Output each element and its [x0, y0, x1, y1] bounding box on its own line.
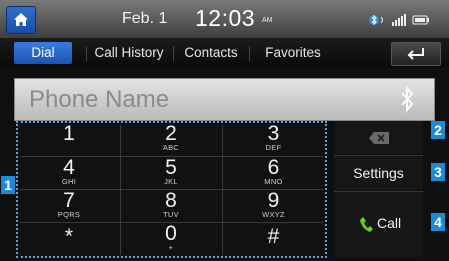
- call-button[interactable]: Call: [334, 192, 423, 257]
- home-button[interactable]: [6, 6, 36, 34]
- key-letters: TUV: [163, 210, 179, 219]
- callout-1: 1: [1, 176, 15, 194]
- back-arrow-icon: [407, 48, 424, 60]
- key-digit: 8: [165, 189, 177, 212]
- tab-divider: [249, 46, 250, 61]
- settings-button[interactable]: Settings: [334, 156, 423, 190]
- tab-bar: Dial Call History Contacts Favorites: [0, 38, 449, 67]
- key-star[interactable]: *: [18, 225, 120, 255]
- key-digit: 5: [165, 156, 177, 179]
- settings-label: Settings: [353, 165, 404, 181]
- bluetooth-phone-icon: [369, 14, 384, 26]
- key-8[interactable]: 8 TUV: [120, 189, 222, 223]
- bluetooth-icon: [401, 85, 414, 113]
- key-letters: DEF: [265, 143, 282, 152]
- status-bar: Feb. 1 12:03 AM: [0, 0, 449, 39]
- call-label: Call: [377, 215, 402, 231]
- delete-button[interactable]: [334, 121, 423, 154]
- key-letters: +: [168, 243, 174, 252]
- tab-call-history[interactable]: Call History: [88, 42, 170, 64]
- key-0[interactable]: 0 +: [120, 222, 222, 256]
- callout-3: 3: [431, 163, 445, 181]
- key-digit: 7: [63, 189, 75, 212]
- key-digit: *: [64, 225, 74, 248]
- key-9[interactable]: 9 WXYZ: [222, 189, 325, 223]
- key-2[interactable]: 2 ABC: [120, 122, 222, 156]
- tab-favorites[interactable]: Favorites: [254, 42, 332, 64]
- key-letters: WXYZ: [262, 210, 285, 219]
- key-digit: 6: [267, 156, 280, 179]
- key-6[interactable]: 6 MNO: [222, 156, 325, 190]
- key-7[interactable]: 7 PQRS: [18, 189, 120, 223]
- key-letters: GHI: [61, 177, 77, 186]
- home-icon: [14, 13, 28, 26]
- callout-4: 4: [431, 213, 445, 231]
- key-4[interactable]: 4 GHI: [18, 156, 120, 190]
- phone-handset-icon: [360, 217, 373, 232]
- tab-contacts[interactable]: Contacts: [176, 42, 246, 64]
- key-letters: JKL: [164, 177, 178, 186]
- key-letters: MNO: [264, 177, 283, 186]
- key-hash[interactable]: #: [222, 225, 325, 255]
- date-text: Feb. 1: [122, 10, 168, 27]
- key-digit: #: [267, 225, 280, 248]
- phone-name-bar: Phone Name: [14, 78, 435, 121]
- signal-icon: [392, 14, 406, 26]
- backspace-icon: [369, 132, 389, 144]
- key-digit: 4: [63, 156, 75, 179]
- tab-divider: [173, 46, 174, 61]
- status-icons: [369, 14, 429, 26]
- tab-divider: [86, 46, 87, 61]
- key-letters: PQRS: [57, 210, 81, 219]
- phone-name-text: Phone Name: [29, 86, 170, 113]
- key-1[interactable]: 1: [18, 122, 120, 156]
- clock-time: 12:03: [195, 5, 256, 31]
- callout-2: 2: [431, 121, 445, 139]
- key-digit: 9: [267, 189, 280, 212]
- key-digit: 3: [267, 122, 280, 145]
- tab-dial[interactable]: Dial: [14, 42, 72, 64]
- key-digit: 0: [165, 222, 177, 245]
- back-button[interactable]: [391, 42, 441, 66]
- battery-icon: [412, 15, 429, 25]
- key-5[interactable]: 5 JKL: [120, 156, 222, 190]
- dial-keypad: 1 2 ABC 3 DEF 4 GHI 5 JKL 6 MNO 7 PQRS 8: [16, 121, 327, 258]
- key-3[interactable]: 3 DEF: [222, 122, 325, 156]
- key-digit: 1: [63, 122, 75, 145]
- key-digit: 2: [165, 122, 177, 145]
- key-letters: ABC: [162, 143, 180, 152]
- clock-ampm: AM: [262, 17, 273, 24]
- phone-dial-screen: Feb. 1 12:03 AM Dial Call History Contac…: [0, 0, 449, 261]
